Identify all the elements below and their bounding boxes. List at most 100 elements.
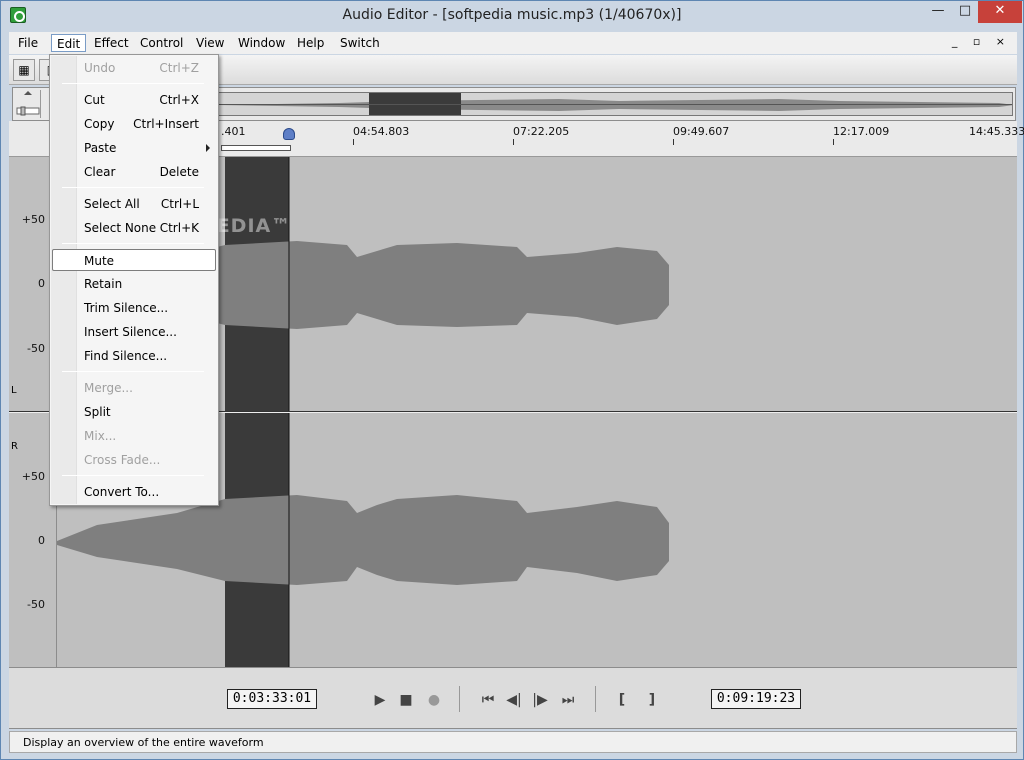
menu-bar: File Edit Effect Control View Window Hel… — [9, 32, 1017, 54]
settings-icon[interactable]: ▦ — [13, 59, 35, 81]
menu-window[interactable]: Window — [233, 34, 290, 52]
menu-item-label: Retain — [84, 277, 123, 291]
y-axis-label: +50 — [21, 213, 45, 226]
menu-separator — [62, 243, 204, 244]
y-axis-label: 0 — [38, 534, 45, 547]
menu-split[interactable]: Split — [52, 401, 216, 423]
menu-item-label: Cut — [84, 93, 105, 107]
menu-separator — [62, 475, 204, 476]
menu-item-label: Mix... — [84, 429, 117, 443]
menu-item-label: Undo — [84, 61, 116, 75]
menu-edit[interactable]: Edit — [51, 34, 87, 52]
menu-convert-to[interactable]: Convert To... — [52, 481, 216, 503]
start-time-display[interactable]: 0:03:33:01 — [227, 689, 317, 709]
submenu-arrow-icon — [206, 144, 210, 152]
menu-insert-silence[interactable]: Insert Silence... — [52, 321, 216, 343]
menu-view[interactable]: View — [191, 34, 229, 52]
tick-label: 07:22.205 — [513, 125, 570, 138]
transport-separator — [459, 686, 460, 712]
menu-item-label: Select None — [84, 221, 157, 235]
menu-item-label: Insert Silence... — [84, 325, 177, 339]
minimize-button[interactable]: — — [924, 1, 952, 23]
menu-item-label: Cross Fade... — [84, 453, 161, 467]
menu-item-shortcut: Ctrl+Insert — [133, 117, 199, 131]
app-window: Audio Editor - [softpedia music.mp3 (1/4… — [0, 0, 1024, 760]
tick-label: 04:54.803 — [353, 125, 410, 138]
right-channel-waveform — [57, 495, 669, 585]
go-start-button[interactable]: ⏮ — [477, 689, 499, 711]
mark-out-button[interactable]: ] — [641, 689, 663, 711]
menu-item-label: Mute — [84, 254, 115, 268]
menu-item-label: Clear — [84, 165, 116, 179]
y-axis-label: -50 — [27, 342, 45, 355]
title-bar: Audio Editor - [softpedia music.mp3 (1/4… — [1, 1, 1023, 31]
menu-mute[interactable]: Mute — [52, 249, 216, 271]
menu-undo[interactable]: Undo Ctrl+Z — [52, 57, 216, 79]
menu-item-label: Split — [84, 405, 111, 419]
menu-item-shortcut: Delete — [159, 165, 199, 179]
menu-control[interactable]: Control — [135, 34, 188, 52]
step-forward-button[interactable]: |▶ — [529, 689, 551, 711]
menu-item-label: Copy — [84, 117, 115, 131]
tick-label: 14:45.333 — [969, 125, 1024, 138]
menu-item-shortcut: Ctrl+Z — [159, 61, 199, 75]
go-end-button[interactable]: ⏭ — [557, 689, 579, 711]
menu-separator — [62, 83, 204, 84]
stop-button[interactable]: ■ — [395, 689, 417, 711]
y-axis-label: 0 — [38, 277, 45, 290]
menu-merge[interactable]: Merge... — [52, 377, 216, 399]
zoom-slider-icon[interactable] — [15, 90, 41, 118]
menu-item-label: Paste — [84, 141, 117, 155]
menu-find-silence[interactable]: Find Silence... — [52, 345, 216, 367]
menu-copy[interactable]: Copy Ctrl+Insert — [52, 113, 216, 135]
menu-item-label: Convert To... — [84, 485, 160, 499]
zoom-slider-glyph — [16, 91, 40, 116]
menu-effect[interactable]: Effect — [89, 34, 134, 52]
menu-item-shortcut: Ctrl+X — [159, 93, 199, 107]
menu-item-label: Trim Silence... — [84, 301, 169, 315]
close-button[interactable]: ✕ — [978, 1, 1022, 23]
playhead-marker[interactable] — [283, 128, 295, 140]
tick-mark — [513, 139, 514, 145]
menu-help[interactable]: Help — [292, 34, 329, 52]
menu-item-shortcut: Ctrl+K — [159, 221, 199, 235]
menu-clear[interactable]: Clear Delete — [52, 161, 216, 183]
maximize-button[interactable]: □ — [952, 1, 978, 23]
tick-mark — [833, 139, 834, 145]
menu-item-shortcut: Ctrl+L — [160, 197, 199, 211]
transport-bar: 0:03:33:01 ▶ ■ ● ⏮ ◀| |▶ ⏭ [ ] 0:09:19:2… — [9, 667, 1017, 729]
window-title: Audio Editor - [softpedia music.mp3 (1/4… — [342, 7, 682, 23]
menu-select-none[interactable]: Select None Ctrl+K — [52, 217, 216, 239]
menu-retain[interactable]: Retain — [52, 273, 216, 295]
selection-range-bar[interactable] — [221, 145, 291, 151]
tick-label: 12:17.009 — [833, 125, 890, 138]
edit-menu-dropdown: Undo Ctrl+Z Cut Ctrl+X Copy Ctrl+Insert … — [49, 54, 219, 506]
play-button[interactable]: ▶ — [369, 689, 391, 711]
menu-file[interactable]: File — [13, 34, 43, 52]
right-channel-label: R — [11, 441, 18, 452]
menu-cross-fade[interactable]: Cross Fade... — [52, 449, 216, 471]
menu-separator — [62, 371, 204, 372]
menu-item-label: Find Silence... — [84, 349, 168, 363]
end-time-display[interactable]: 0:09:19:23 — [711, 689, 801, 709]
tick-label: 09:49.607 — [673, 125, 730, 138]
menu-cut[interactable]: Cut Ctrl+X — [52, 89, 216, 111]
status-bar: Display an overview of the entire wavefo… — [9, 731, 1017, 753]
step-back-button[interactable]: ◀| — [503, 689, 525, 711]
menu-select-all[interactable]: Select All Ctrl+L — [52, 193, 216, 215]
tick-mark — [673, 139, 674, 145]
menu-separator — [62, 187, 204, 188]
menu-trim-silence[interactable]: Trim Silence... — [52, 297, 216, 319]
tick-mark — [353, 139, 354, 145]
mark-in-button[interactable]: [ — [611, 689, 633, 711]
menu-mix[interactable]: Mix... — [52, 425, 216, 447]
menu-item-label: Merge... — [84, 381, 133, 395]
menu-item-label: Select All — [84, 197, 140, 211]
y-axis-label: +50 — [21, 470, 45, 483]
overview-waveform[interactable] — [218, 92, 1013, 116]
menu-paste[interactable]: Paste — [52, 137, 216, 159]
mdi-window-controls[interactable]: _ ▫ × — [952, 35, 1011, 48]
tick-label: .401 — [221, 125, 246, 138]
menu-switch[interactable]: Switch — [335, 34, 385, 52]
record-button[interactable]: ● — [423, 689, 445, 711]
